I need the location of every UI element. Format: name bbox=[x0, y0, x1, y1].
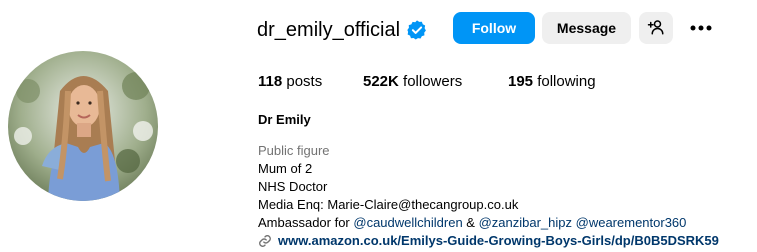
more-options-button[interactable] bbox=[686, 14, 716, 42]
message-button[interactable]: Message bbox=[542, 12, 631, 44]
posts-label: posts bbox=[286, 73, 323, 90]
link-icon bbox=[258, 234, 272, 248]
external-link[interactable]: www.amazon.co.uk/Emilys-Guide-Growing-Bo… bbox=[258, 233, 719, 249]
bio-line: Mum of 2 bbox=[258, 161, 313, 176]
posts-count: 118 bbox=[258, 73, 283, 90]
category-label: Public figure bbox=[258, 143, 330, 158]
bio-line-ambassador: Ambassador for @caudwellchildren & @zanz… bbox=[258, 215, 686, 231]
full-name: Dr Emily bbox=[258, 112, 311, 127]
mention-link[interactable]: @zanzibar_hipz bbox=[479, 215, 572, 230]
external-link-text[interactable]: www.amazon.co.uk/Emilys-Guide-Growing-Bo… bbox=[278, 233, 719, 249]
bio-text: & bbox=[462, 215, 479, 230]
more-horizontal-icon bbox=[689, 19, 713, 37]
posts-stat: 118 posts bbox=[258, 73, 322, 91]
suggested-accounts-button[interactable] bbox=[639, 12, 673, 44]
following-label: following bbox=[537, 73, 596, 90]
bio-line: Media Enq: Marie-Claire@thecangroup.co.u… bbox=[258, 197, 519, 212]
username: dr_emily_official bbox=[257, 19, 401, 41]
followers-count: 522K bbox=[363, 73, 399, 90]
profile-header: dr_emily_official bbox=[257, 16, 428, 44]
mention-link[interactable]: @caudwellchildren bbox=[353, 215, 462, 230]
following-stat[interactable]: 195 following bbox=[508, 73, 596, 91]
bio-line: NHS Doctor bbox=[258, 179, 328, 194]
followers-label: followers bbox=[403, 73, 463, 90]
following-count: 195 bbox=[508, 73, 534, 90]
person-plus-icon bbox=[647, 18, 665, 39]
verified-badge-icon bbox=[406, 19, 428, 41]
follow-button[interactable]: Follow bbox=[453, 12, 535, 44]
mention-link[interactable]: @wearementor360 bbox=[576, 215, 687, 230]
profile-photo bbox=[8, 51, 158, 201]
avatar[interactable] bbox=[8, 51, 158, 201]
bio-text: Ambassador for bbox=[258, 215, 354, 230]
followers-stat[interactable]: 522K followers bbox=[363, 73, 462, 91]
